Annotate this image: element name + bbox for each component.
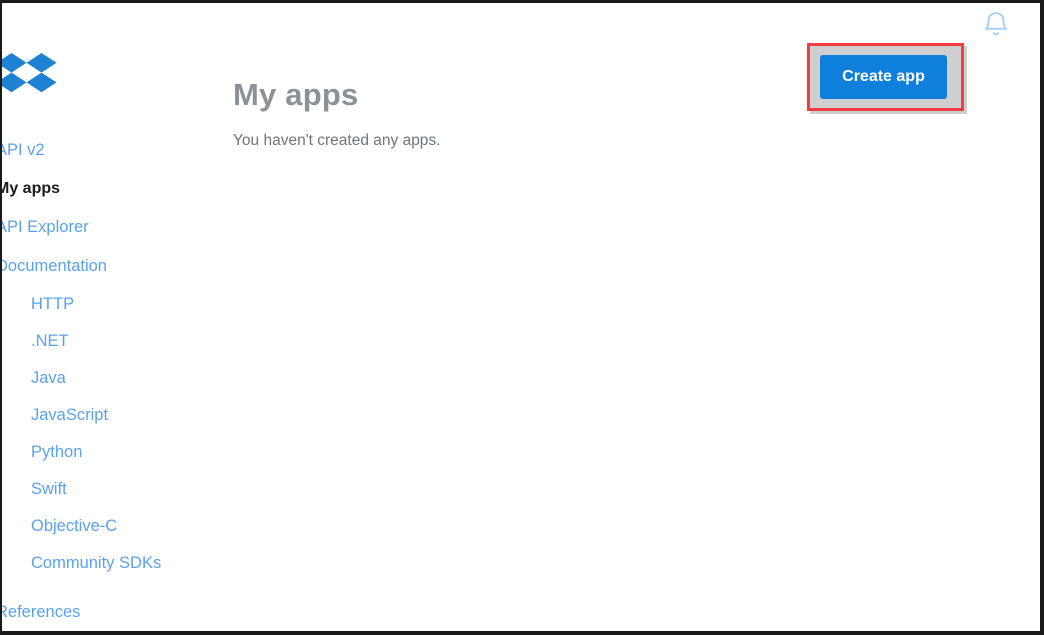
dropbox-logo[interactable] [2,52,58,104]
sidebar-item-java[interactable]: Java [31,369,215,406]
create-app-button[interactable]: Create app [820,55,947,99]
sidebar-nav: API v2 My apps API Explorer Documentatio… [2,141,215,631]
page-title: My apps [233,76,359,112]
sidebar-item-api-explorer[interactable]: API Explorer [2,218,215,257]
sidebar-item-swift[interactable]: Swift [31,480,215,517]
sidebar-item-python[interactable]: Python [31,443,215,480]
dropbox-logo-icon [2,52,58,104]
sidebar-item-references[interactable]: References [2,603,215,631]
sidebar-item-dotnet[interactable]: .NET [31,332,215,369]
notification-bell-button[interactable] [981,10,1011,40]
sidebar-item-objective-c[interactable]: Objective-C [31,517,215,554]
browser-viewport: API v2 My apps API Explorer Documentatio… [0,0,1044,635]
notification-bell-icon [981,10,1011,40]
sidebar-item-javascript[interactable]: JavaScript [31,406,215,443]
empty-state-message: You haven't created any apps. [233,131,441,149]
sidebar-item-api-v2[interactable]: API v2 [2,141,215,180]
dropbox-developer-page: API v2 My apps API Explorer Documentatio… [2,3,1040,631]
sidebar-item-documentation[interactable]: Documentation [2,257,215,296]
sidebar-item-http[interactable]: HTTP [31,295,215,332]
sidebar-item-my-apps[interactable]: My apps [2,180,215,219]
sidebar-item-community-sdks[interactable]: Community SDKs [31,554,215,591]
